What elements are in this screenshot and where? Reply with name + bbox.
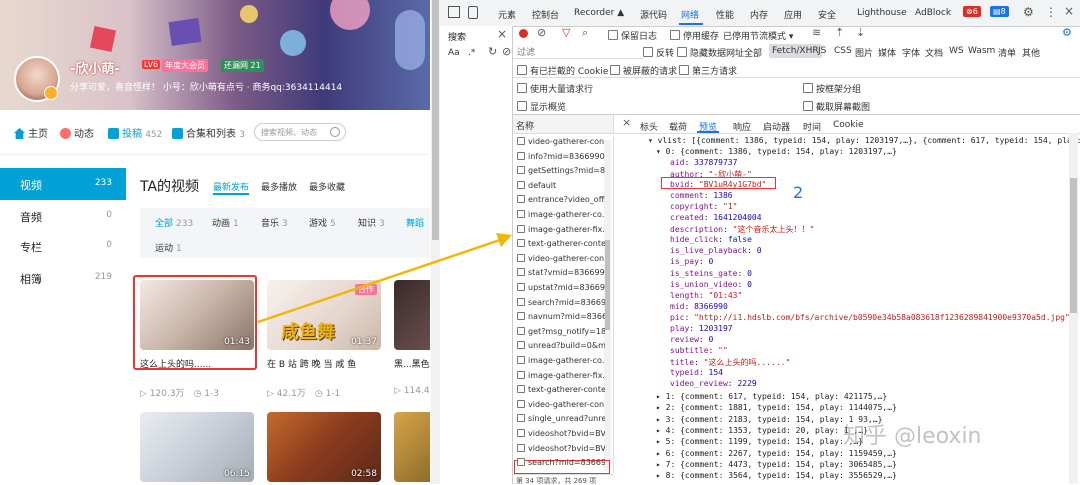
request-row[interactable]: image-gatherer-fix. <box>513 370 605 386</box>
request-name: entrance?video_offs <box>528 195 605 205</box>
request-type-icon <box>517 283 525 291</box>
request-name: video-gatherer-con <box>528 399 605 409</box>
request-row[interactable]: video-gatherer-con <box>513 137 605 152</box>
request-row[interactable]: search?mid=83669. <box>513 297 605 313</box>
request-row[interactable]: stat?vmid=8366990 <box>513 268 605 283</box>
request-type-icon <box>517 195 525 204</box>
request-row[interactable]: search?mid=83669. <box>513 458 605 473</box>
request-name: video-gatherer-con <box>528 253 605 263</box>
request-row[interactable]: default <box>513 180 605 196</box>
request-row[interactable]: info?mid=8366990. <box>513 151 605 167</box>
request-type-icon <box>517 399 525 408</box>
request-row[interactable]: image-gatherer-co. <box>513 356 605 371</box>
request-row[interactable]: unread?build=0&m <box>513 341 605 356</box>
request-row[interactable]: upstat?mid=83669. <box>513 283 605 298</box>
request-type-icon <box>517 210 525 218</box>
request-name: image-gatherer-fix. <box>528 370 605 380</box>
request-row[interactable]: videoshot?bvid=BV <box>513 443 605 459</box>
request-type-icon <box>517 312 525 321</box>
request-type-icon <box>517 239 525 248</box>
request-name: videoshot?bvid=BV <box>528 443 605 453</box>
request-row[interactable]: text-gatherer-conte <box>513 239 605 254</box>
request-type-icon <box>517 385 525 394</box>
request-name: video-gatherer-con <box>528 137 605 146</box>
request-type-icon <box>517 356 525 364</box>
request-name: image-gatherer-co. <box>528 210 605 219</box>
request-row[interactable]: image-gatherer-co. <box>513 210 605 225</box>
request-name: text-gatherer-conte <box>528 385 605 395</box>
request-row[interactable]: video-gatherer-con <box>513 399 605 415</box>
request-type-icon <box>517 443 525 452</box>
request-name: upstat?mid=83669. <box>528 283 605 292</box>
request-type-icon <box>517 253 525 262</box>
request-name: getSettings?mid=8. <box>528 166 605 176</box>
request-name: videoshot?bvid=BV <box>528 429 605 438</box>
request-name: default <box>528 180 557 190</box>
request-type-icon <box>517 166 525 175</box>
request-row[interactable]: video-gatherer-con <box>513 253 605 269</box>
request-name: unread?build=0&m <box>528 341 605 351</box>
request-type-icon <box>517 224 525 233</box>
request-name: search?mid=83669. <box>528 458 605 468</box>
request-row[interactable]: image-gatherer-fix. <box>513 224 605 240</box>
request-row[interactable]: get?msg_notify=18 <box>513 326 605 342</box>
request-row[interactable]: videoshot?bvid=BV <box>513 429 605 444</box>
request-row[interactable]: navnum?mid=8366 <box>513 312 605 327</box>
request-type-icon <box>517 297 525 306</box>
request-name: image-gatherer-co. <box>528 356 605 365</box>
request-type-icon <box>517 370 525 379</box>
request-name: search?mid=83669. <box>528 297 605 307</box>
arrow-line <box>257 238 501 324</box>
request-row[interactable]: entrance?video_offs <box>513 195 605 210</box>
request-type-icon <box>517 180 525 189</box>
request-type-icon <box>517 341 525 350</box>
request-row[interactable]: getSettings?mid=8. <box>513 166 605 181</box>
request-row[interactable]: single_unread?unre <box>513 414 605 429</box>
request-row[interactable]: text-gatherer-conte <box>513 385 605 400</box>
request-name: single_unread?unre <box>528 414 605 424</box>
request-type-icon <box>517 429 525 437</box>
request-type-icon <box>517 414 525 423</box>
request-type-icon <box>517 268 525 277</box>
request-name: stat?vmid=8366990 <box>528 268 605 278</box>
request-type-icon <box>517 326 525 335</box>
request-type-icon <box>517 458 525 467</box>
request-name: info?mid=8366990. <box>528 151 605 161</box>
request-name: navnum?mid=8366 <box>528 312 605 322</box>
request-name: text-gatherer-conte <box>528 239 605 249</box>
request-type-icon <box>517 151 525 160</box>
request-name: image-gatherer-fix. <box>528 224 605 234</box>
request-type-icon <box>517 137 525 145</box>
request-name: get?msg_notify=18 <box>528 326 605 336</box>
